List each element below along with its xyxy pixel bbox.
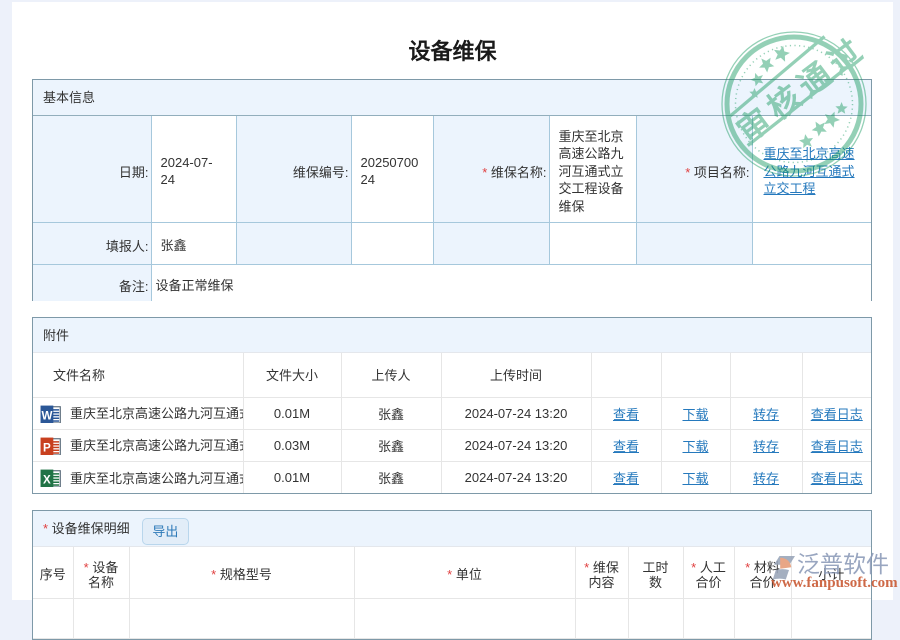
svg-text:W: W	[41, 409, 52, 422]
svg-text:P: P	[43, 441, 51, 454]
svg-text:审核通过: 审核通过	[730, 29, 872, 149]
svg-text:X: X	[43, 474, 51, 487]
